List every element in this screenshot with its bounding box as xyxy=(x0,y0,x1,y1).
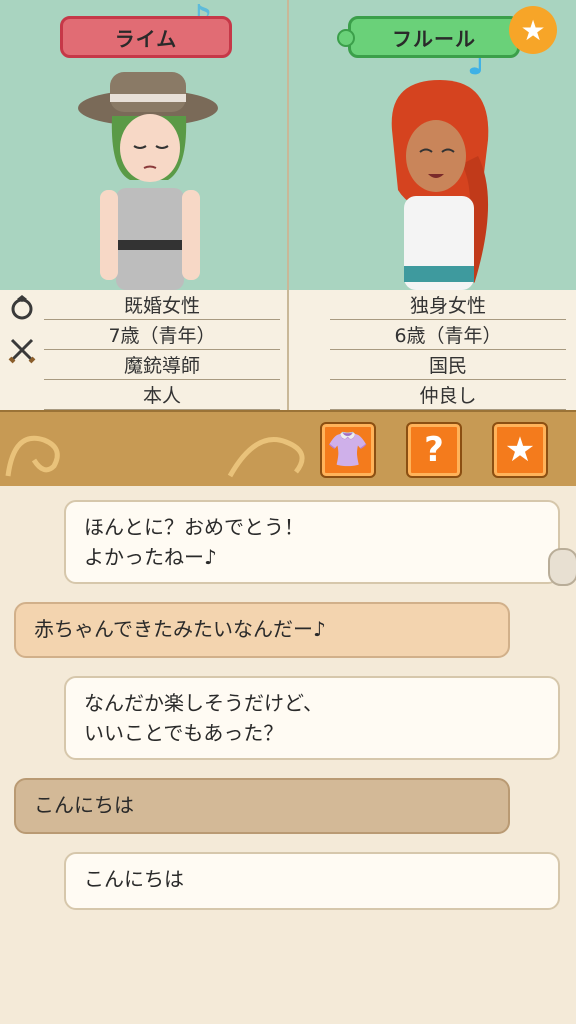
chat-text: こんにちは xyxy=(34,793,134,817)
chat-text: ほんとに？おめでとう！ xyxy=(84,515,304,539)
right-age: 6歳（青年） xyxy=(330,320,566,350)
chat-text: よかったねー♪ xyxy=(84,545,217,569)
right-character-name: フルール xyxy=(392,26,476,51)
chat-bubble-right: なんだか楽しそうだけど、 いいことでもあった？ xyxy=(64,676,560,760)
chat-bubble-right: ほんとに？おめでとう！ よかったねー♪ xyxy=(64,500,560,584)
chat-text: なんだか楽しそうだけど、 xyxy=(84,691,323,715)
left-character-nameplate: ライム xyxy=(60,16,232,58)
favorite-star-badge[interactable]: ★ xyxy=(509,6,557,54)
left-character-info: 既婚女性 7歳（青年） 魔銃導師 本人 xyxy=(0,290,286,410)
panel-divider xyxy=(287,0,289,410)
chat-bubble-left: 赤ちゃんできたみたいなんだー♪ xyxy=(14,602,510,658)
left-character-name: ライム xyxy=(114,26,178,51)
right-job: 国民 xyxy=(330,350,566,380)
left-character-portrait xyxy=(78,72,218,290)
outfit-button[interactable]: 👚 xyxy=(320,422,376,478)
ornament-center xyxy=(227,437,305,478)
chat-bubble-right: こんにちは xyxy=(64,852,560,910)
star-button[interactable]: ★ xyxy=(492,422,548,478)
help-button[interactable]: ? xyxy=(406,422,462,478)
chat-text: いいことでもあった？ xyxy=(84,721,284,745)
star-icon: ★ xyxy=(504,430,536,470)
right-character-portrait xyxy=(391,80,489,290)
ornament-left xyxy=(5,435,60,477)
chat-text: 赤ちゃんできたみたいなんだー♪ xyxy=(34,617,326,641)
star-icon: ★ xyxy=(520,13,546,47)
left-job: 魔銃導師 xyxy=(44,350,280,380)
tag-icon xyxy=(337,29,355,47)
left-relation: 本人 xyxy=(44,380,280,410)
right-relation: 仲良し xyxy=(330,380,566,410)
right-status: 独身女性 xyxy=(330,290,566,320)
left-status: 既婚女性 xyxy=(44,290,280,320)
outfit-icon: 👚 xyxy=(326,430,370,470)
left-age: 7歳（青年） xyxy=(44,320,280,350)
action-toolbar: 👚 ? ★ xyxy=(0,410,576,488)
right-character-nameplate: フルール xyxy=(337,16,520,58)
help-icon: ? xyxy=(424,430,444,470)
chat-bubble-left: こんにちは xyxy=(14,778,510,834)
scroll-handle[interactable] xyxy=(548,548,576,586)
right-character-info: 独身女性 6歳（青年） 国民 仲良し xyxy=(290,290,576,410)
chat-text: こんにちは xyxy=(84,867,184,891)
